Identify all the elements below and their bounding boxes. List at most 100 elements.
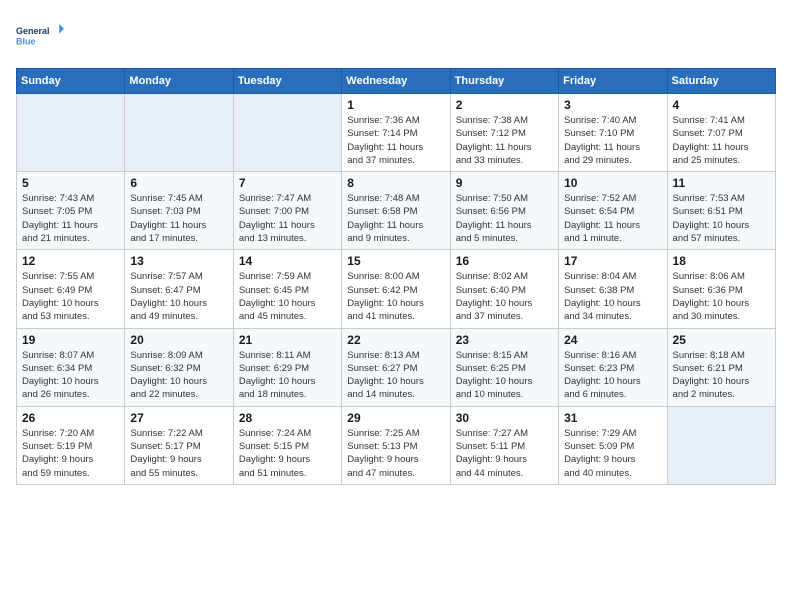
day-info: Sunrise: 7:22 AM Sunset: 5:17 PM Dayligh… xyxy=(130,427,227,480)
calendar-cell: 27 Sunrise: 7:22 AM Sunset: 5:17 PM Dayli… xyxy=(125,406,233,484)
calendar-table: SundayMondayTuesdayWednesdayThursdayFrid… xyxy=(16,68,776,485)
day-number: 18 xyxy=(673,254,770,268)
day-info: Sunrise: 7:29 AM Sunset: 5:09 PM Dayligh… xyxy=(564,427,661,480)
day-info: Sunrise: 7:25 AM Sunset: 5:13 PM Dayligh… xyxy=(347,427,444,480)
day-number: 16 xyxy=(456,254,553,268)
day-number: 6 xyxy=(130,176,227,190)
day-number: 5 xyxy=(22,176,119,190)
day-info: Sunrise: 8:18 AM Sunset: 6:21 PM Dayligh… xyxy=(673,349,770,402)
svg-text:Blue: Blue xyxy=(16,36,36,46)
day-number: 9 xyxy=(456,176,553,190)
day-info: Sunrise: 7:27 AM Sunset: 5:11 PM Dayligh… xyxy=(456,427,553,480)
calendar-cell xyxy=(667,406,775,484)
day-info: Sunrise: 7:52 AM Sunset: 6:54 PM Dayligh… xyxy=(564,192,661,245)
calendar-cell: 29 Sunrise: 7:25 AM Sunset: 5:13 PM Dayli… xyxy=(342,406,450,484)
day-number: 11 xyxy=(673,176,770,190)
day-info: Sunrise: 7:43 AM Sunset: 7:05 PM Dayligh… xyxy=(22,192,119,245)
day-number: 27 xyxy=(130,411,227,425)
day-info: Sunrise: 7:20 AM Sunset: 5:19 PM Dayligh… xyxy=(22,427,119,480)
day-info: Sunrise: 7:41 AM Sunset: 7:07 PM Dayligh… xyxy=(673,114,770,167)
calendar-cell: 13 Sunrise: 7:57 AM Sunset: 6:47 PM Dayli… xyxy=(125,250,233,328)
calendar-cell: 16 Sunrise: 8:02 AM Sunset: 6:40 PM Dayli… xyxy=(450,250,558,328)
day-number: 25 xyxy=(673,333,770,347)
day-number: 28 xyxy=(239,411,336,425)
logo-svg: General Blue xyxy=(16,16,64,56)
day-number: 15 xyxy=(347,254,444,268)
day-number: 20 xyxy=(130,333,227,347)
weekday-header-monday: Monday xyxy=(125,69,233,94)
weekday-header-friday: Friday xyxy=(559,69,667,94)
calendar-cell: 12 Sunrise: 7:55 AM Sunset: 6:49 PM Dayli… xyxy=(17,250,125,328)
day-info: Sunrise: 8:13 AM Sunset: 6:27 PM Dayligh… xyxy=(347,349,444,402)
calendar-cell: 6 Sunrise: 7:45 AM Sunset: 7:03 PM Daylig… xyxy=(125,172,233,250)
day-number: 24 xyxy=(564,333,661,347)
day-info: Sunrise: 8:15 AM Sunset: 6:25 PM Dayligh… xyxy=(456,349,553,402)
weekday-header-thursday: Thursday xyxy=(450,69,558,94)
day-info: Sunrise: 7:55 AM Sunset: 6:49 PM Dayligh… xyxy=(22,270,119,323)
day-number: 12 xyxy=(22,254,119,268)
day-info: Sunrise: 7:47 AM Sunset: 7:00 PM Dayligh… xyxy=(239,192,336,245)
day-number: 1 xyxy=(347,98,444,112)
day-number: 17 xyxy=(564,254,661,268)
calendar-cell: 7Sunrise: 7:47 AM Sunset: 7:00 PM Daylig… xyxy=(233,172,341,250)
day-number: 30 xyxy=(456,411,553,425)
calendar-cell: 23 Sunrise: 8:15 AM Sunset: 6:25 PM Dayli… xyxy=(450,328,558,406)
day-info: Sunrise: 7:53 AM Sunset: 6:51 PM Dayligh… xyxy=(673,192,770,245)
day-info: Sunrise: 7:36 AM Sunset: 7:14 PM Dayligh… xyxy=(347,114,444,167)
day-number: 23 xyxy=(456,333,553,347)
day-number: 14 xyxy=(239,254,336,268)
day-number: 2 xyxy=(456,98,553,112)
day-number: 10 xyxy=(564,176,661,190)
day-number: 21 xyxy=(239,333,336,347)
calendar-cell: 22 Sunrise: 8:13 AM Sunset: 6:27 PM Dayli… xyxy=(342,328,450,406)
day-info: Sunrise: 7:24 AM Sunset: 5:15 PM Dayligh… xyxy=(239,427,336,480)
day-info: Sunrise: 7:40 AM Sunset: 7:10 PM Dayligh… xyxy=(564,114,661,167)
day-info: Sunrise: 8:02 AM Sunset: 6:40 PM Dayligh… xyxy=(456,270,553,323)
calendar-cell: 19 Sunrise: 8:07 AM Sunset: 6:34 PM Dayli… xyxy=(17,328,125,406)
calendar-cell: 15Sunrise: 8:00 AM Sunset: 6:42 PM Dayli… xyxy=(342,250,450,328)
weekday-header-wednesday: Wednesday xyxy=(342,69,450,94)
weekday-header-tuesday: Tuesday xyxy=(233,69,341,94)
calendar-cell: 3 Sunrise: 7:40 AM Sunset: 7:10 PM Daylig… xyxy=(559,94,667,172)
calendar-cell: 4 Sunrise: 7:41 AM Sunset: 7:07 PM Daylig… xyxy=(667,94,775,172)
weekday-header-sunday: Sunday xyxy=(17,69,125,94)
day-number: 13 xyxy=(130,254,227,268)
calendar-cell xyxy=(125,94,233,172)
day-number: 19 xyxy=(22,333,119,347)
calendar-cell: 18 Sunrise: 8:06 AM Sunset: 6:36 PM Dayli… xyxy=(667,250,775,328)
calendar-cell xyxy=(17,94,125,172)
day-info: Sunrise: 7:45 AM Sunset: 7:03 PM Dayligh… xyxy=(130,192,227,245)
day-info: Sunrise: 7:57 AM Sunset: 6:47 PM Dayligh… xyxy=(130,270,227,323)
calendar-cell: 14 Sunrise: 7:59 AM Sunset: 6:45 PM Dayli… xyxy=(233,250,341,328)
day-info: Sunrise: 7:59 AM Sunset: 6:45 PM Dayligh… xyxy=(239,270,336,323)
day-info: Sunrise: 8:07 AM Sunset: 6:34 PM Dayligh… xyxy=(22,349,119,402)
day-number: 31 xyxy=(564,411,661,425)
calendar-cell: 28 Sunrise: 7:24 AM Sunset: 5:15 PM Dayli… xyxy=(233,406,341,484)
day-info: Sunrise: 8:09 AM Sunset: 6:32 PM Dayligh… xyxy=(130,349,227,402)
day-info: Sunrise: 8:11 AM Sunset: 6:29 PM Dayligh… xyxy=(239,349,336,402)
weekday-header-saturday: Saturday xyxy=(667,69,775,94)
day-number: 8 xyxy=(347,176,444,190)
calendar-cell: 20 Sunrise: 8:09 AM Sunset: 6:32 PM Dayli… xyxy=(125,328,233,406)
logo: General Blue xyxy=(16,16,64,56)
calendar-cell: 10 Sunrise: 7:52 AM Sunset: 6:54 PM Dayli… xyxy=(559,172,667,250)
day-number: 29 xyxy=(347,411,444,425)
calendar-cell: 5 Sunrise: 7:43 AM Sunset: 7:05 PM Daylig… xyxy=(17,172,125,250)
calendar-cell: 17Sunrise: 8:04 AM Sunset: 6:38 PM Dayli… xyxy=(559,250,667,328)
day-info: Sunrise: 8:06 AM Sunset: 6:36 PM Dayligh… xyxy=(673,270,770,323)
day-number: 3 xyxy=(564,98,661,112)
calendar-cell: 8 Sunrise: 7:48 AM Sunset: 6:58 PM Daylig… xyxy=(342,172,450,250)
day-info: Sunrise: 7:50 AM Sunset: 6:56 PM Dayligh… xyxy=(456,192,553,245)
day-info: Sunrise: 7:48 AM Sunset: 6:58 PM Dayligh… xyxy=(347,192,444,245)
calendar-cell: 25 Sunrise: 8:18 AM Sunset: 6:21 PM Dayli… xyxy=(667,328,775,406)
calendar-cell: 24 Sunrise: 8:16 AM Sunset: 6:23 PM Dayli… xyxy=(559,328,667,406)
calendar-cell xyxy=(233,94,341,172)
calendar-cell: 11 Sunrise: 7:53 AM Sunset: 6:51 PM Dayli… xyxy=(667,172,775,250)
svg-text:General: General xyxy=(16,26,50,36)
day-number: 22 xyxy=(347,333,444,347)
calendar-cell: 1 Sunrise: 7:36 AM Sunset: 7:14 PM Daylig… xyxy=(342,94,450,172)
calendar-cell: 30 Sunrise: 7:27 AM Sunset: 5:11 PM Dayli… xyxy=(450,406,558,484)
day-number: 4 xyxy=(673,98,770,112)
day-info: Sunrise: 8:16 AM Sunset: 6:23 PM Dayligh… xyxy=(564,349,661,402)
calendar-cell: 26Sunrise: 7:20 AM Sunset: 5:19 PM Dayli… xyxy=(17,406,125,484)
